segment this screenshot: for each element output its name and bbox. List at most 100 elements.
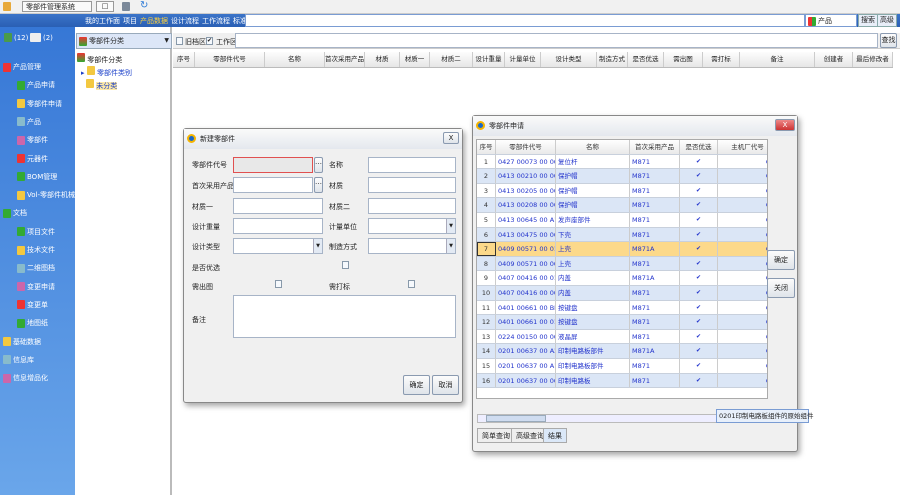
preferred-checkbox[interactable]: ✔ [680,154,718,169]
column-header[interactable]: 序号 [173,52,195,67]
sidebar-item[interactable]: 地图纸 [17,318,48,328]
sidebar-item[interactable]: 项目文件 [17,227,55,237]
sidebar-item[interactable]: BOM管理 [17,172,57,182]
weight-input[interactable] [233,218,323,234]
table-row[interactable]: 150201 00637 00 A1印制电路板部件M871✔G2 [477,359,767,374]
code-picker-button[interactable]: … [314,157,323,173]
table-row[interactable]: 60413 00475 00 00下壳M871✔G4 [477,227,767,243]
table-row[interactable]: 130224 00150 00 00液晶屏M871✔G2 [477,329,767,345]
tab-0[interactable]: 简单查询 [477,428,515,443]
make-method-select[interactable]: ▼ [368,238,456,254]
table-row[interactable]: 10427 00073 00 00复位杆M871✔G4 [477,154,767,170]
column-header[interactable]: 设计类型 [541,52,597,67]
preferred-checkbox[interactable]: ✔ [680,169,718,183]
tree-node-category[interactable]: ▸ 零部件类别 [81,66,132,78]
table-row[interactable]: 80409 00571 00 00上壳M871✔G4 [477,256,767,272]
remark-textarea[interactable] [233,295,456,338]
menu-item[interactable]: 产品数据 [140,17,168,25]
sidebar-item[interactable]: 产品 [17,117,41,127]
ok-button[interactable]: 确定 [767,250,795,270]
archive-checkbox[interactable] [176,37,183,45]
toolbar-button[interactable]: □ [96,1,114,12]
preferred-checkbox[interactable] [342,261,349,269]
tree-node-unclassified[interactable]: 未分类 [86,79,118,91]
table-row[interactable]: 160201 00637 00 00印制电路板M871✔G2 [477,373,767,389]
table-row[interactable]: 120401 00661 00 01按键盘M871✔G4 [477,315,767,330]
column-header[interactable]: 备注 [740,52,815,67]
chevron-down-icon[interactable]: ▼ [164,34,169,48]
filter-input[interactable] [235,33,878,48]
column-header[interactable]: 首次采用产品 [325,52,365,67]
refresh-icon[interactable]: ↻ [140,0,148,11]
column-header[interactable]: 材质一 [400,52,430,67]
first-product-input[interactable] [233,177,313,193]
sidebar-item[interactable]: 元器件 [17,154,48,164]
design-type-select[interactable]: ▼ [233,238,323,254]
need-mark-checkbox[interactable] [408,280,415,288]
menu-item[interactable]: 工作流程 [202,17,230,25]
table-row[interactable]: 140201 00637 00 A2印制电路板部件M871A✔G2 [477,344,767,359]
sidebar-item[interactable]: 技术文件 [17,245,55,255]
table-row[interactable]: 20413 00210 00 00保护帽M871✔G4 [477,169,767,184]
column-header[interactable]: 设计重量 [473,52,505,67]
work-checkbox[interactable]: ✔ [206,37,213,45]
name-input[interactable] [368,157,456,173]
column-header[interactable]: 主机厂代号 [718,140,767,154]
material2-input[interactable] [368,198,456,214]
save-icon[interactable] [122,2,130,11]
preferred-checkbox[interactable]: ✔ [680,213,718,227]
table-row[interactable]: 110401 00661 00 BL按键盘M871✔G4 [477,300,767,316]
table-row[interactable]: 30413 00205 00 00保护帽M871✔G4 [477,183,767,199]
column-header[interactable]: 创建者 [815,52,853,67]
chevron-down-icon[interactable]: ▼ [446,239,455,253]
sidebar-group-0[interactable]: 产品管理 [3,62,41,72]
product-picker-button[interactable]: … [314,177,323,193]
column-header[interactable]: 最后修改者 [853,52,893,67]
preferred-checkbox[interactable]: ✔ [680,300,718,315]
preferred-checkbox[interactable]: ✔ [680,315,718,329]
chevron-down-icon[interactable]: ▼ [446,219,455,233]
advanced-search-button[interactable]: 高级 [877,14,897,27]
material1-input[interactable] [233,198,323,214]
table-row[interactable]: 50413 00645 00 A1发声座部件M871✔G4 [477,213,767,228]
close-button[interactable]: X [775,119,795,131]
sidebar-group-2[interactable]: 基础数据 [3,337,41,347]
preferred-checkbox[interactable]: ✔ [680,359,718,373]
sidebar-item[interactable]: 零部件 [17,135,48,145]
table-row[interactable]: 40413 00208 00 00保护帽M871✔G4 [477,198,767,213]
tasks-indicator[interactable]: (12) [4,33,28,42]
column-header[interactable]: 是否优选 [628,52,664,67]
menu-item[interactable]: 项目 [123,17,137,25]
sidebar-group-4[interactable]: 信息增品化 [3,373,48,383]
column-header[interactable]: 名称 [556,140,630,154]
preferred-checkbox[interactable]: ✔ [680,344,718,358]
sidebar-group-1[interactable]: 文档 [3,208,27,218]
column-header[interactable]: 序号 [477,140,496,154]
chevron-down-icon[interactable]: ▼ [313,239,322,253]
close-dialog-button[interactable]: 关闭 [767,278,795,298]
scrollbar-thumb[interactable] [486,415,546,422]
mail-indicator[interactable]: (2) [30,33,53,42]
tree-root[interactable]: 零部件分类 [77,53,122,65]
preferred-checkbox[interactable]: ✔ [680,256,718,271]
sidebar-item[interactable]: 二维图档 [17,263,55,273]
search-button[interactable]: 搜索 [858,14,878,27]
column-header[interactable]: 零部件代号 [496,140,556,154]
need-drawing-checkbox[interactable] [275,280,282,288]
column-header[interactable]: 材质二 [430,52,473,67]
sidebar-item[interactable]: 零部件申请 [17,99,62,109]
material-input[interactable] [368,177,456,193]
ok-button[interactable]: 确定 [403,375,430,395]
preferred-checkbox[interactable]: ✔ [680,227,718,242]
sidebar-item[interactable]: 变更申请 [17,282,55,292]
column-header[interactable]: 需打标 [703,52,740,67]
table-row[interactable]: 90407 00416 00 01内盖M871A✔G4 [477,271,767,286]
table-row[interactable]: 100407 00416 00 00内盖M871✔G4 [477,286,767,301]
preferred-checkbox[interactable]: ✔ [680,198,718,212]
preferred-checkbox[interactable]: ✔ [680,242,718,256]
column-header[interactable]: 材质 [365,52,400,67]
column-header[interactable]: 制造方式 [597,52,628,67]
code-input[interactable] [233,157,313,173]
sidebar-group-3[interactable]: 信息库 [3,355,34,365]
column-header[interactable]: 名称 [265,52,325,67]
